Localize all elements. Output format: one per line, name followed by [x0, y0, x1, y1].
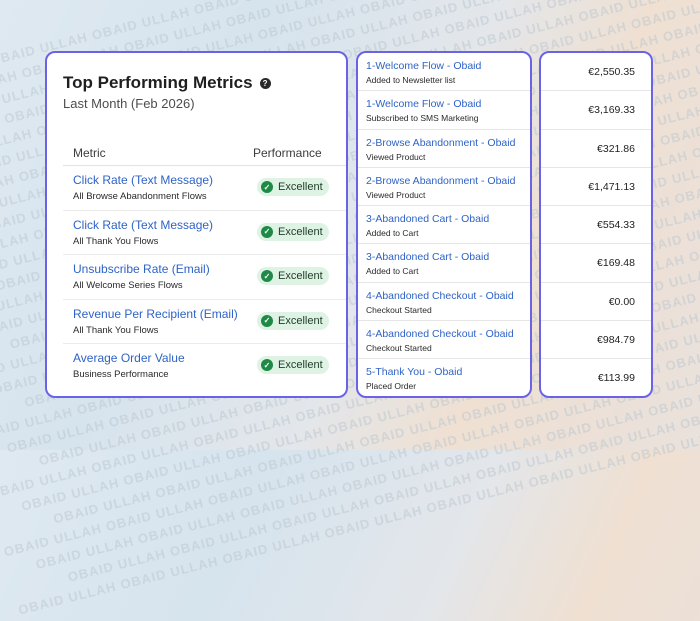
flow-link[interactable]: 4-Abandoned Checkout - Obaid — [366, 328, 514, 340]
list-item: 2-Browse Abandonment - Obaid Viewed Produ… — [358, 168, 530, 207]
table-row: Click Rate (Text Message) All Browse Aba… — [63, 166, 346, 211]
check-icon: ✓ — [261, 314, 273, 327]
status-badge: ✓ Excellent — [257, 178, 329, 196]
metric-link[interactable]: Unsubscribe Rate (Email) — [73, 262, 210, 276]
revenue-value: €3,169.33 — [588, 104, 635, 117]
list-item: 5-Thank You - Obaid Placed Order — [358, 359, 530, 396]
metric-link[interactable]: Average Order Value — [73, 351, 185, 365]
list-item: €169.48 — [541, 244, 651, 283]
column-header-performance: Performance — [253, 146, 322, 160]
flow-link[interactable]: 1-Welcome Flow - Obaid — [366, 98, 481, 110]
flows-card: 1-Welcome Flow - Obaid Added to Newslette… — [356, 51, 532, 398]
list-item: 4-Abandoned Checkout - Obaid Checkout Sta… — [358, 321, 530, 360]
metric-scope: All Thank You Flows — [73, 235, 159, 247]
list-item: €554.33 — [541, 206, 651, 245]
metric-scope: All Browse Abandonment Flows — [73, 191, 207, 202]
badge-label: Excellent — [278, 225, 323, 238]
list-item: €1,471.13 — [541, 168, 651, 207]
flow-link[interactable]: 4-Abandoned Checkout - Obaid — [366, 290, 514, 302]
list-item: €2,550.35 — [541, 53, 651, 92]
badge-label: Excellent — [278, 270, 323, 283]
revenue-value: €0.00 — [608, 295, 635, 308]
flow-link[interactable]: 1-Welcome Flow - Obaid — [366, 60, 481, 72]
list-item: 1-Welcome Flow - Obaid Added to Newslette… — [358, 53, 530, 92]
flow-link[interactable]: 3-Abandoned Cart - Obaid — [366, 251, 489, 263]
list-item: €3,169.33 — [541, 91, 651, 130]
status-badge: ✓ Excellent — [257, 267, 329, 286]
badge-label: Excellent — [278, 181, 323, 193]
check-icon: ✓ — [261, 225, 273, 238]
metric-link[interactable]: Revenue Per Recipient (Email) — [73, 307, 238, 321]
revenue-value: €169.48 — [597, 257, 635, 270]
list-item: 2-Browse Abandonment - Obaid Viewed Produ… — [358, 130, 530, 168]
flow-link[interactable]: 3-Abandoned Cart - Obaid — [366, 213, 489, 225]
revenue-value: €113.99 — [597, 372, 635, 385]
revenue-value: €554.33 — [597, 219, 635, 232]
card-title: Top Performing Metrics — [63, 73, 253, 92]
check-icon: ✓ — [261, 270, 273, 283]
metrics-table: Click Rate (Text Message) All Browse Aba… — [63, 166, 346, 389]
flow-link[interactable]: 2-Browse Abandonment - Obaid — [366, 137, 515, 149]
help-icon[interactable]: ? — [259, 77, 271, 89]
flow-trigger: Subscribed to SMS Marketing — [366, 113, 479, 124]
flow-trigger: Viewed Product — [366, 189, 426, 200]
top-metrics-card: Top Performing Metrics ? Last Month (Feb… — [45, 51, 348, 398]
list-item: 4-Abandoned Checkout - Obaid Checkout Sta… — [358, 283, 530, 322]
flow-link[interactable]: 5-Thank You - Obaid — [366, 366, 462, 378]
flow-trigger: Checkout Started — [366, 304, 432, 315]
revenue-value: €321.86 — [597, 142, 635, 155]
metric-link[interactable]: Click Rate (Text Message) — [73, 173, 213, 187]
status-badge: ✓ Excellent — [257, 311, 329, 330]
metric-scope: All Thank You Flows — [73, 324, 159, 336]
check-icon: ✓ — [261, 359, 273, 372]
flow-trigger: Checkout Started — [366, 343, 432, 354]
metric-link[interactable]: Click Rate (Text Message) — [73, 218, 213, 232]
flow-trigger: Placed Order — [366, 381, 417, 392]
flow-trigger: Added to Cart — [366, 228, 419, 239]
badge-label: Excellent — [278, 359, 323, 372]
status-badge: ✓ Excellent — [257, 222, 329, 241]
table-row: Unsubscribe Rate (Email) All Welcome Ser… — [63, 255, 346, 300]
flow-list: 1-Welcome Flow - Obaid Added to Newslette… — [358, 53, 530, 396]
revenue-value: €984.79 — [597, 334, 635, 347]
revenue-card: €2,550.35 €3,169.33 €321.86 €1,471.13 €5… — [539, 51, 653, 398]
list-item: €984.79 — [541, 321, 651, 360]
table-row: Average Order Value Business Performance… — [63, 344, 346, 389]
list-item: €113.99 — [541, 359, 651, 396]
flow-trigger: Added to Cart — [366, 266, 419, 277]
flow-trigger: Added to Newsletter list — [366, 75, 456, 85]
flow-trigger: Viewed Product — [366, 151, 426, 162]
card-subtitle: Last Month (Feb 2026) — [63, 96, 195, 111]
title-row: Top Performing Metrics ? — [63, 73, 271, 93]
badge-label: Excellent — [278, 314, 323, 327]
table-row: Click Rate (Text Message) All Thank You … — [63, 211, 346, 256]
revenue-list: €2,550.35 €3,169.33 €321.86 €1,471.13 €5… — [541, 53, 651, 396]
metric-scope: All Welcome Series Flows — [73, 280, 183, 292]
status-badge: ✓ Excellent — [257, 356, 329, 375]
revenue-value: €2,550.35 — [588, 66, 635, 78]
list-item: 1-Welcome Flow - Obaid Subscribed to SMS … — [358, 91, 530, 130]
table-row: Revenue Per Recipient (Email) All Thank … — [63, 300, 346, 345]
list-item: €0.00 — [541, 283, 651, 322]
flow-link[interactable]: 2-Browse Abandonment - Obaid — [366, 175, 515, 187]
list-item: 3-Abandoned Cart - Obaid Added to Cart — [358, 244, 530, 283]
revenue-value: €1,471.13 — [588, 180, 635, 193]
check-icon: ✓ — [261, 181, 273, 193]
metric-scope: Business Performance — [73, 369, 169, 381]
column-header-metric: Metric — [73, 146, 106, 160]
list-item: 3-Abandoned Cart - Obaid Added to Cart — [358, 206, 530, 245]
list-item: €321.86 — [541, 130, 651, 168]
